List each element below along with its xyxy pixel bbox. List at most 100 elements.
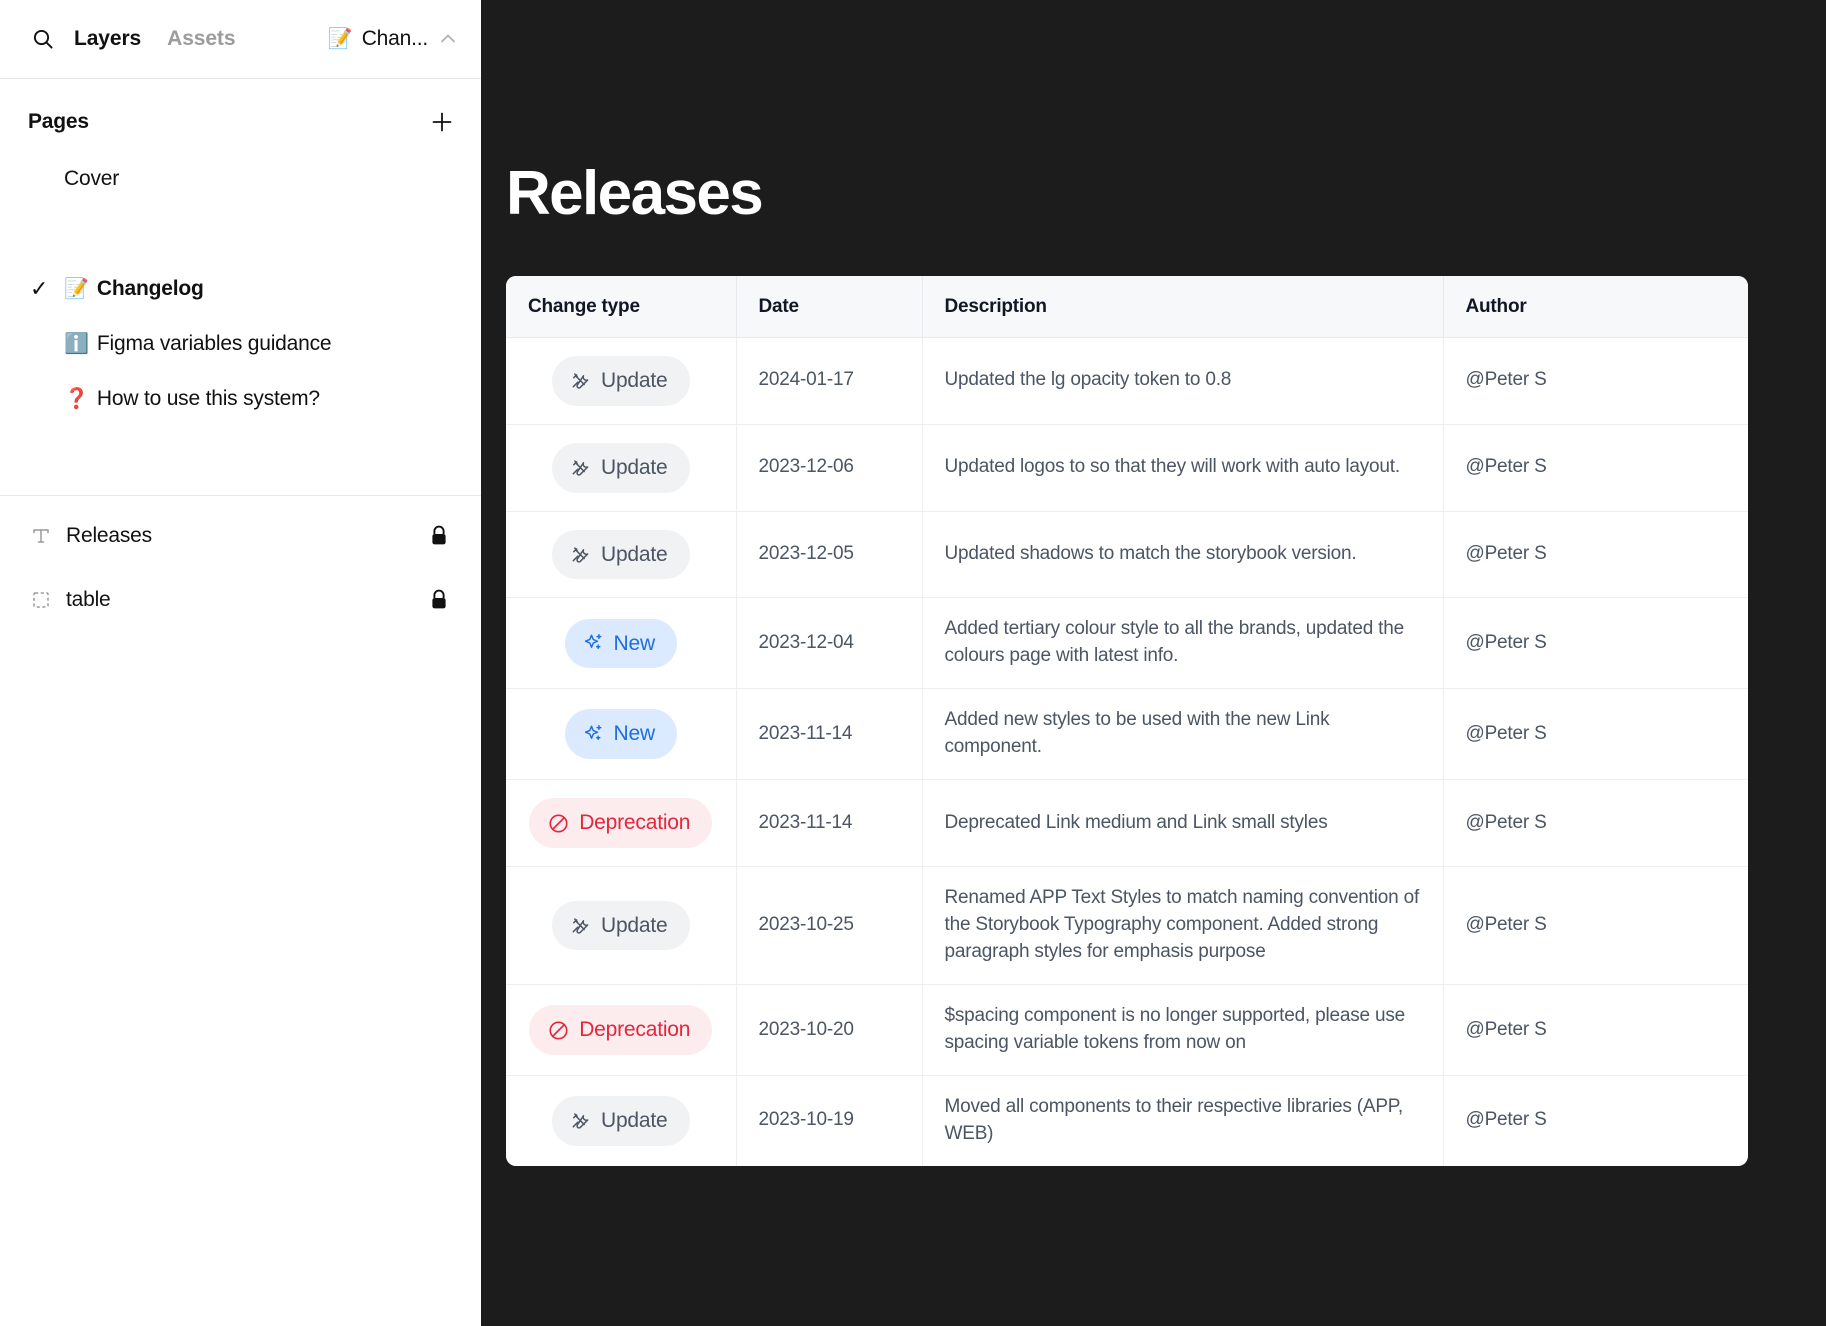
cell-description: Added new styles to be used with the new… bbox=[922, 689, 1443, 780]
cell-author: @Peter S bbox=[1443, 424, 1748, 511]
status-badge-label: Update bbox=[601, 453, 668, 483]
tab-assets[interactable]: Assets bbox=[167, 27, 235, 51]
cell-date: 2023-10-25 bbox=[736, 867, 922, 985]
cell-change-type: Update bbox=[506, 338, 736, 425]
cell-author: @Peter S bbox=[1443, 338, 1748, 425]
figma-canvas[interactable]: Releases Change type Date Description Au… bbox=[481, 0, 1826, 1326]
cell-date: 2024-01-17 bbox=[736, 338, 922, 425]
cell-date: 2023-11-14 bbox=[736, 689, 922, 780]
cell-author: @Peter S bbox=[1443, 1075, 1748, 1165]
page-item-changelog[interactable]: ✓ 📝 Changelog bbox=[0, 261, 481, 316]
cell-description: Deprecated Link medium and Link small st… bbox=[922, 780, 1443, 867]
status-badge-update: Update bbox=[552, 530, 690, 580]
status-badge-label: Update bbox=[601, 540, 668, 570]
cell-description: Updated the lg opacity token to 0.8 bbox=[922, 338, 1443, 425]
cell-description: Renamed APP Text Styles to match naming … bbox=[922, 867, 1443, 985]
text-layer-icon bbox=[30, 525, 66, 547]
file-selector[interactable]: 📝 Chan... bbox=[328, 27, 459, 51]
cell-description: $spacing component is no longer supporte… bbox=[922, 985, 1443, 1076]
column-header-description: Description bbox=[922, 276, 1443, 338]
changelog-table-card: Change type Date Description Author Upda… bbox=[506, 276, 1748, 1166]
cell-change-type: New bbox=[506, 689, 736, 780]
cell-author: @Peter S bbox=[1443, 598, 1748, 689]
cell-change-type: Update bbox=[506, 867, 736, 985]
cell-date: 2023-12-05 bbox=[736, 511, 922, 598]
lock-icon[interactable] bbox=[429, 588, 451, 612]
page-title: Releases bbox=[506, 163, 762, 225]
information-icon: ℹ️ bbox=[64, 334, 89, 354]
cell-change-type: Deprecation bbox=[506, 985, 736, 1076]
question-mark-icon: ❓ bbox=[64, 389, 89, 409]
cell-author: @Peter S bbox=[1443, 780, 1748, 867]
sparkles-icon bbox=[583, 632, 605, 654]
layer-label: Releases bbox=[66, 524, 152, 548]
cell-change-type: Deprecation bbox=[506, 780, 736, 867]
page-label: Cover bbox=[64, 167, 119, 191]
page-label: Changelog bbox=[97, 277, 204, 301]
left-sidebar: Layers Assets 📝 Chan... Pages bbox=[0, 0, 481, 1326]
status-badge-label: New bbox=[614, 719, 655, 749]
search-icon[interactable] bbox=[26, 22, 60, 56]
tab-layers[interactable]: Layers bbox=[74, 27, 141, 51]
status-badge-deprecation: Deprecation bbox=[529, 798, 712, 848]
cell-date: 2023-10-19 bbox=[736, 1075, 922, 1165]
status-badge-update: Update bbox=[552, 901, 690, 951]
page-item-atomic-design[interactable]: What is Atomic Design? bbox=[0, 479, 481, 495]
page-label: How to use this system? bbox=[97, 387, 320, 411]
layers-list: Releases table bbox=[0, 496, 481, 632]
no-entry-icon bbox=[547, 1019, 570, 1042]
page-label: What is Atomic Design? bbox=[64, 495, 281, 496]
pages-header: Pages bbox=[0, 79, 481, 145]
plus-icon[interactable] bbox=[425, 105, 459, 139]
tools-icon bbox=[570, 544, 592, 566]
cell-description: Updated logos to so that they will work … bbox=[922, 424, 1443, 511]
chevron-up-icon[interactable] bbox=[437, 28, 459, 50]
status-badge-new: New bbox=[565, 619, 677, 669]
cell-author: @Peter S bbox=[1443, 985, 1748, 1076]
frame-layer-icon bbox=[30, 589, 66, 611]
page-item-figma-variables-guidance[interactable]: ℹ️ Figma variables guidance bbox=[0, 316, 481, 371]
table-row: Update 2023-10-25Renamed APP Text Styles … bbox=[506, 867, 1748, 985]
cell-date: 2023-12-06 bbox=[736, 424, 922, 511]
no-entry-icon bbox=[547, 812, 570, 835]
status-badge-update: Update bbox=[552, 443, 690, 493]
page-label: Figma variables guidance bbox=[97, 332, 332, 356]
status-badge-label: Deprecation bbox=[579, 1015, 690, 1045]
table-header-row: Change type Date Description Author bbox=[506, 276, 1748, 338]
cell-change-type: Update bbox=[506, 1075, 736, 1165]
cell-change-type: Update bbox=[506, 511, 736, 598]
figma-window: Layers Assets 📝 Chan... Pages bbox=[0, 0, 1826, 1326]
table-row: Deprecation2023-10-20$spacing component … bbox=[506, 985, 1748, 1076]
status-badge-label: Update bbox=[601, 911, 668, 941]
cell-description: Updated shadows to match the storybook v… bbox=[922, 511, 1443, 598]
lock-icon[interactable] bbox=[429, 524, 451, 548]
page-item-how-to-use[interactable]: ❓ How to use this system? bbox=[0, 371, 481, 426]
sparkles-icon bbox=[583, 723, 605, 745]
page-check: ✓ bbox=[30, 278, 64, 300]
table-row: Update 2023-12-05Updated shadows to match… bbox=[506, 511, 1748, 598]
cell-author: @Peter S bbox=[1443, 689, 1748, 780]
pages-section: Pages Cover ✓ 📝 Changelog ℹ️ bbox=[0, 79, 481, 495]
table-row: Deprecation2023-11-14Deprecated Link med… bbox=[506, 780, 1748, 867]
page-item-cover[interactable]: Cover bbox=[0, 151, 481, 206]
layer-item-table[interactable]: table bbox=[0, 568, 481, 632]
tools-icon bbox=[570, 915, 592, 937]
status-badge-update: Update bbox=[552, 1096, 690, 1146]
status-badge-label: Deprecation bbox=[579, 808, 690, 838]
column-header-date: Date bbox=[736, 276, 922, 338]
table-row: Update2024-01-17Updated the lg opacity t… bbox=[506, 338, 1748, 425]
table-row: New 2023-11-14Added new styles to be used… bbox=[506, 689, 1748, 780]
status-badge-label: Update bbox=[601, 1106, 668, 1136]
cell-author: @Peter S bbox=[1443, 867, 1748, 985]
layer-item-releases[interactable]: Releases bbox=[0, 504, 481, 568]
table-row: Update 2023-10-19Moved all components to … bbox=[506, 1075, 1748, 1165]
tools-icon bbox=[570, 370, 592, 392]
tools-icon bbox=[570, 1110, 592, 1132]
tools-icon bbox=[570, 457, 592, 479]
cell-description: Added tertiary colour style to all the b… bbox=[922, 598, 1443, 689]
sidebar-tabbar: Layers Assets 📝 Chan... bbox=[0, 0, 481, 79]
cell-description: Moved all components to their respective… bbox=[922, 1075, 1443, 1165]
table-row: New2023-12-04Added tertiary colour style… bbox=[506, 598, 1748, 689]
memo-icon: 📝 bbox=[64, 279, 89, 299]
cell-author: @Peter S bbox=[1443, 511, 1748, 598]
